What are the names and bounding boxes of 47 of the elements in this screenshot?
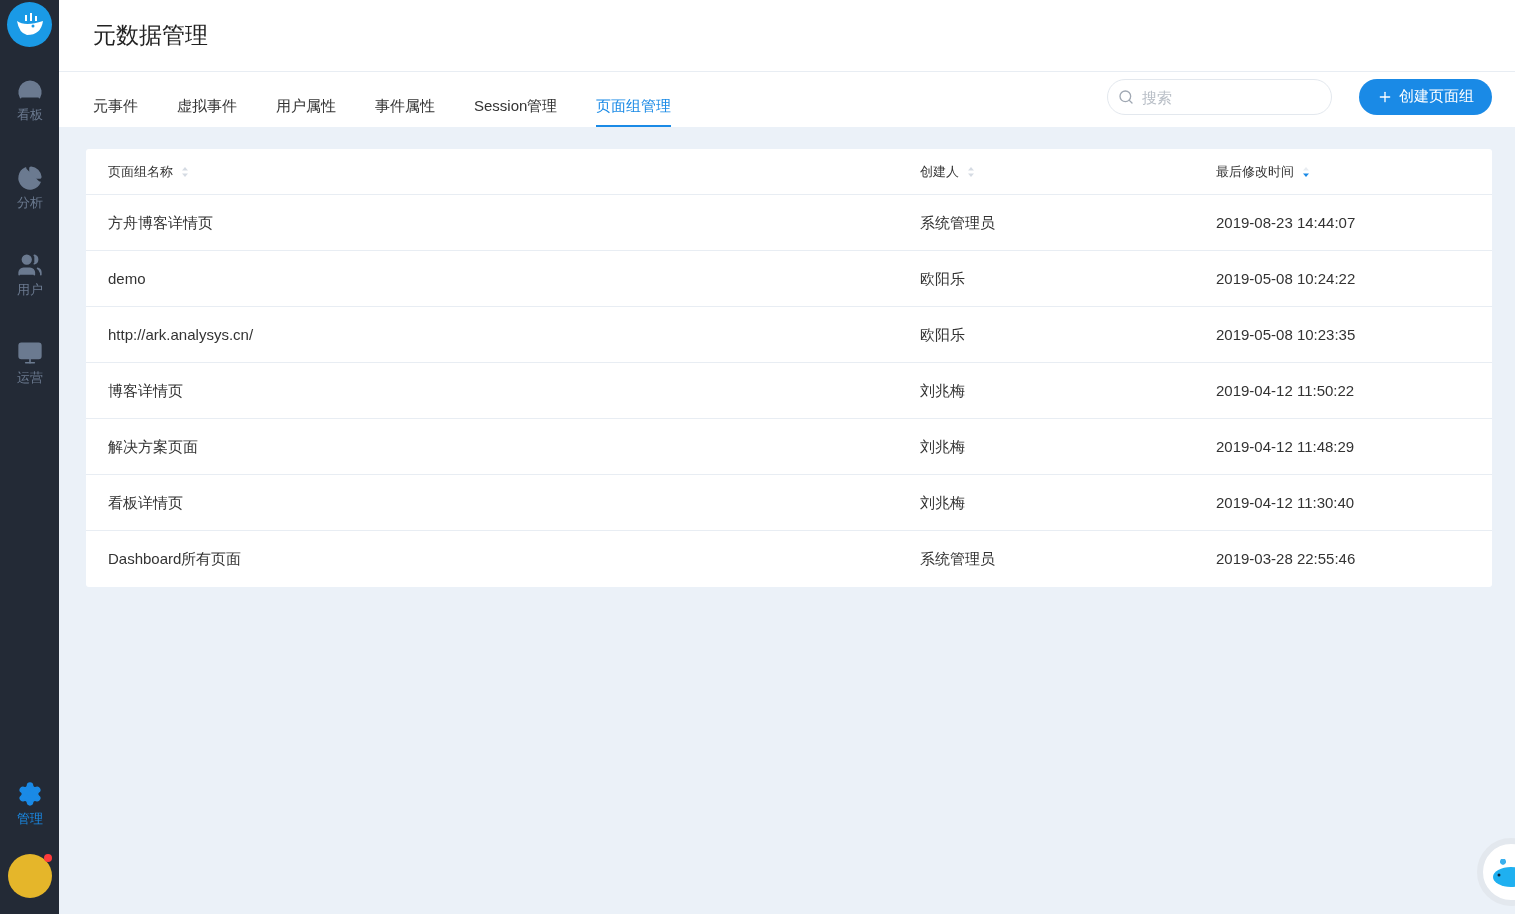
tab[interactable]: 虚拟事件 (177, 72, 237, 127)
users-icon (16, 252, 43, 278)
table-cell: 系统管理员 (920, 213, 995, 231)
column-header: 页面组名称 (108, 162, 173, 181)
page-title: 元数据管理 (93, 21, 208, 51)
table-cell: 刘兆梅 (920, 493, 965, 511)
avatar[interactable] (7, 854, 52, 898)
sort-icon[interactable] (1302, 165, 1310, 178)
table-cell: 2019-08-23 14:44:07 (1216, 213, 1356, 231)
table-cell: Dashboard所有页面 (108, 550, 242, 567)
column-header: 创建人 (920, 162, 959, 181)
tab[interactable]: 页面组管理 (596, 72, 672, 127)
nav-item[interactable]: 看板 (0, 77, 59, 125)
column-header: 最后修改时间 (1216, 162, 1294, 181)
table-cell: 2019-04-12 11:30:40 (1216, 493, 1355, 511)
table-cell: demo (108, 269, 146, 287)
table-cell: 解决方案页面 (108, 437, 198, 455)
table-cell: 系统管理员 (920, 550, 995, 567)
table-cell: 2019-03-28 22:55:46 (1216, 550, 1356, 567)
table-cell: 刘兆梅 (920, 381, 965, 399)
whale-icon (1491, 857, 1515, 887)
table-cell: 博客详情页 (108, 381, 183, 399)
pie-chart-icon (16, 164, 43, 191)
search-field[interactable]: 搜索 (1107, 79, 1332, 115)
table-cell: 看板详情页 (108, 493, 183, 511)
table-cell: 2019-05-08 10:24:22 (1216, 269, 1356, 287)
table-cell: 欧阳乐 (920, 269, 965, 287)
monitor-chart-icon (16, 339, 43, 366)
settings-icon (16, 780, 43, 807)
nav-item[interactable]: 分析 (0, 164, 59, 212)
tab[interactable]: 事件属性 (375, 72, 435, 127)
tab[interactable]: 用户属性 (276, 72, 336, 127)
table-cell: 欧阳乐 (920, 325, 965, 343)
create-button[interactable]: 创建页面组 (1359, 78, 1492, 115)
table-cell: 刘兆梅 (920, 437, 965, 455)
tab[interactable]: 元事件 (93, 72, 138, 127)
logo-icon[interactable] (7, 2, 52, 47)
table-cell: 方舟博客详情页 (108, 213, 213, 231)
nav-item[interactable]: 运营 (0, 339, 59, 387)
search-icon (1118, 89, 1134, 105)
table-cell: 2019-04-12 11:48:29 (1216, 437, 1355, 455)
nav-item[interactable]: 用户 (0, 252, 59, 300)
nav-item[interactable]: 管理 (0, 780, 59, 828)
table-cell: 2019-04-12 11:50:22 (1216, 381, 1355, 399)
table-cell: http://ark.analysys.cn/ (108, 325, 254, 343)
table-cell: 2019-05-08 10:23:35 (1216, 325, 1356, 343)
tab[interactable]: Session管理 (474, 72, 558, 127)
